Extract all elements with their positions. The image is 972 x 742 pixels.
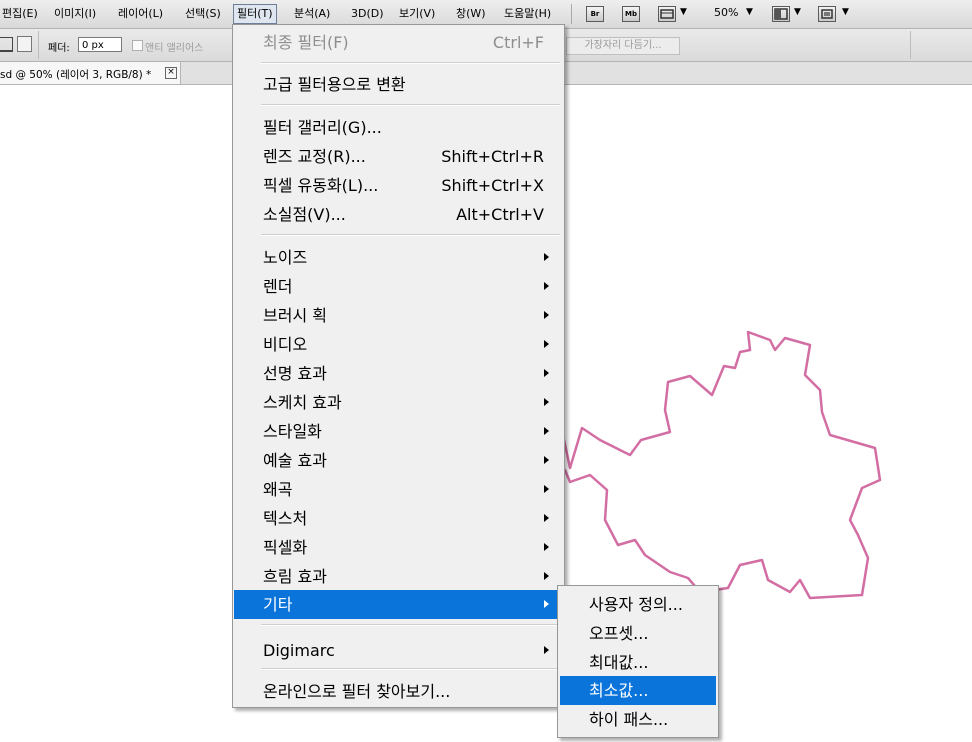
menu-item-shortcut: Alt+Ctrl+V <box>456 205 544 224</box>
menu-item-digimarc[interactable]: Digimarc <box>234 636 563 665</box>
menu-item-label: 예술 효과 <box>263 451 327 470</box>
submenu-item-custom[interactable]: 사용자 정의... <box>560 590 716 619</box>
menu-item-label: 왜곡 <box>263 480 293 499</box>
menu-item-convert-smart-filters[interactable]: 고급 필터용으로 변환 <box>234 70 563 99</box>
menu-item-label: 고급 필터용으로 변환 <box>263 75 406 94</box>
menu-item-browse-filters-online[interactable]: 온라인으로 필터 찾아보기... <box>234 677 563 706</box>
submenu-item-minimum[interactable]: 최소값... <box>560 676 716 705</box>
menu-separator <box>261 62 560 64</box>
menu-item-last-filter[interactable]: 최종 필터(F) Ctrl+F <box>234 28 563 57</box>
menu-separator <box>261 234 560 236</box>
menu-item-label: 스케치 효과 <box>263 393 342 412</box>
submenu-item-offset[interactable]: 오프셋... <box>560 619 716 648</box>
menu-item-label: 렌더 <box>263 277 293 296</box>
menu-separator <box>261 624 560 626</box>
submenu-item-maximum[interactable]: 최대값... <box>560 648 716 677</box>
submenu-item-label: 사용자 정의... <box>589 595 683 614</box>
submenu-arrow-icon <box>544 485 549 493</box>
menu-item-texture[interactable]: 텍스처 <box>234 504 563 533</box>
menu-item-distort[interactable]: 왜곡 <box>234 475 563 504</box>
submenu-arrow-icon <box>544 646 549 654</box>
submenu-arrow-icon <box>544 456 549 464</box>
menu-item-sharpen[interactable]: 선명 효과 <box>234 359 563 388</box>
menu-item-label: 스타일화 <box>263 422 322 441</box>
submenu-arrow-icon <box>544 514 549 522</box>
menu-item-lens-correction[interactable]: 렌즈 교정(R)... Shift+Ctrl+R <box>234 142 563 171</box>
menu-item-label: 브러시 획 <box>263 306 327 325</box>
filter-menu-dropdown: 최종 필터(F) Ctrl+F 고급 필터용으로 변환 필터 갤러리(G)...… <box>232 24 565 708</box>
submenu-arrow-icon <box>544 340 549 348</box>
menu-item-label: 소실점(V)... <box>263 205 346 224</box>
menu-item-shortcut: Shift+Ctrl+R <box>441 147 544 166</box>
submenu-item-label: 최대값... <box>589 653 649 672</box>
submenu-arrow-icon <box>544 427 549 435</box>
submenu-arrow-icon <box>544 253 549 261</box>
menu-item-shortcut: Shift+Ctrl+X <box>441 176 544 195</box>
menu-item-pixelate[interactable]: 픽셀화 <box>234 533 563 562</box>
menu-item-vanishing-point[interactable]: 소실점(V)... Alt+Ctrl+V <box>234 200 563 229</box>
menu-item-artistic[interactable]: 예술 효과 <box>234 446 563 475</box>
menu-item-label: 노이즈 <box>263 248 308 267</box>
submenu-arrow-icon <box>544 543 549 551</box>
menu-item-label: 최종 필터(F) <box>263 33 349 52</box>
menu-item-video[interactable]: 비디오 <box>234 330 563 359</box>
menu-item-label: 필터 갤러리(G)... <box>263 118 382 137</box>
menu-item-sketch[interactable]: 스케치 효과 <box>234 388 563 417</box>
menu-item-stylize[interactable]: 스타일화 <box>234 417 563 446</box>
menu-item-other[interactable]: 기타 <box>234 590 563 619</box>
menu-item-label: 렌즈 교정(R)... <box>263 147 366 166</box>
menu-item-liquify[interactable]: 픽셀 유동화(L)... Shift+Ctrl+X <box>234 171 563 200</box>
submenu-arrow-icon <box>544 282 549 290</box>
submenu-arrow-icon <box>544 600 549 608</box>
menu-item-label: 온라인으로 필터 찾아보기... <box>263 682 451 701</box>
menu-item-blur[interactable]: 흐림 효과 <box>234 562 563 591</box>
menu-item-render[interactable]: 렌더 <box>234 272 563 301</box>
menu-separator <box>261 668 560 670</box>
menu-item-label: 비디오 <box>263 335 308 354</box>
menu-item-brush-strokes[interactable]: 브러시 획 <box>234 301 563 330</box>
submenu-item-label: 오프셋... <box>589 624 649 643</box>
menu-item-noise[interactable]: 노이즈 <box>234 243 563 272</box>
menu-item-label: 흐림 효과 <box>263 567 327 586</box>
submenu-arrow-icon <box>544 369 549 377</box>
menu-item-filter-gallery[interactable]: 필터 갤러리(G)... <box>234 113 563 142</box>
menu-item-label: 선명 효과 <box>263 364 327 383</box>
menu-item-label: 텍스처 <box>263 509 308 528</box>
menu-item-label: 기타 <box>263 595 293 614</box>
submenu-item-high-pass[interactable]: 하이 패스... <box>560 705 716 734</box>
menu-item-label: Digimarc <box>263 641 335 660</box>
submenu-arrow-icon <box>544 311 549 319</box>
submenu-item-label: 최소값... <box>589 681 649 700</box>
menu-separator <box>261 104 560 106</box>
submenu-item-label: 하이 패스... <box>589 710 669 729</box>
submenu-arrow-icon <box>544 572 549 580</box>
other-submenu: 사용자 정의... 오프셋... 최대값... 최소값... 하이 패스... <box>557 585 719 738</box>
menu-item-label: 픽셀 유동화(L)... <box>263 176 379 195</box>
shape-outline-path <box>559 330 882 600</box>
menu-item-label: 픽셀화 <box>263 538 308 557</box>
submenu-arrow-icon <box>544 398 549 406</box>
menu-item-shortcut: Ctrl+F <box>492 33 544 52</box>
